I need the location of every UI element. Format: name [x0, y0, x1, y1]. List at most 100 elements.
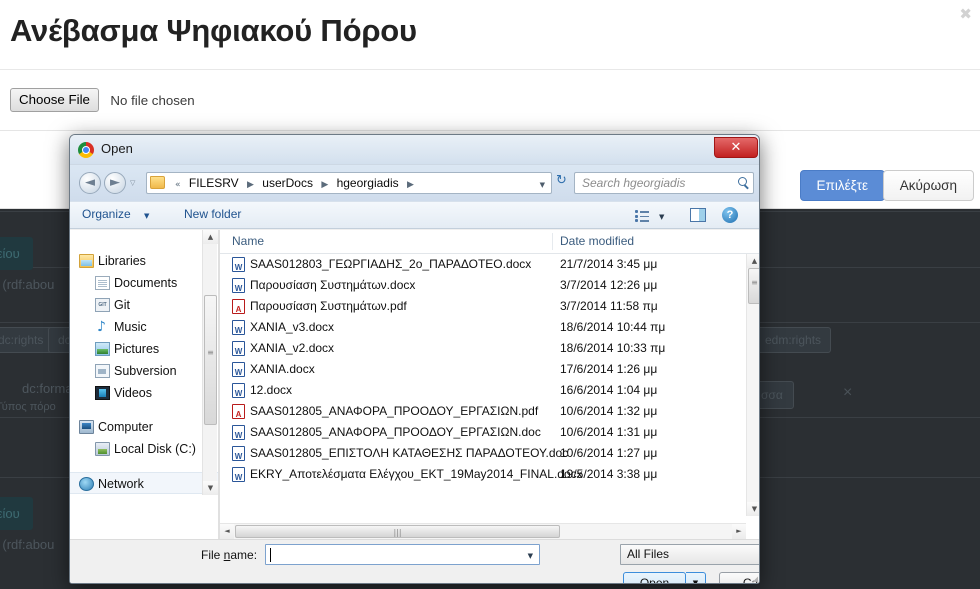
breadcrumb-item-userdocs[interactable]: userDocs: [262, 176, 313, 190]
chevron-down-icon[interactable]: ▼: [144, 212, 149, 220]
refresh-icon[interactable]: ↻: [556, 173, 567, 188]
sidebar-item-git[interactable]: GIT Git: [70, 294, 220, 316]
scroll-up-icon[interactable]: ▲: [747, 254, 759, 268]
file-date: 10/6/2014 1:31 μμ: [560, 425, 658, 439]
file-name: Παρουσίαση Συστημάτων.pdf: [250, 299, 407, 313]
dc-rights-chip[interactable]: dc:rights: [0, 327, 54, 353]
edm-rights-chip[interactable]: edm:rights: [755, 327, 832, 353]
table-row[interactable]: XANIA_v2.docx 18/6/2014 10:33 πμ: [220, 338, 759, 362]
sidebar-item-network[interactable]: Network: [70, 472, 220, 494]
chevron-down-icon[interactable]: ▼: [528, 552, 533, 560]
scroll-left-icon[interactable]: ◄: [220, 524, 234, 539]
open-dropdown-button[interactable]: ▼: [686, 572, 706, 583]
navigation-pane-scrollbar[interactable]: ▲ ▼: [202, 230, 218, 495]
close-icon[interactable]: ✖: [959, 7, 972, 22]
file-name: SAAS012805_ΑΝΑΦΟΡΑ_ΠΡΟΟΔΟΥ_ΕΡΓΑΣΙΩΝ.pdf: [250, 404, 539, 418]
file-name-label: File name:: [201, 548, 258, 562]
sidebar-item-music[interactable]: Music: [70, 316, 220, 338]
sidebar-item-local-disk[interactable]: Local Disk (C:): [70, 438, 220, 460]
table-row[interactable]: XANIA_v3.docx 18/6/2014 10:44 πμ: [220, 317, 759, 341]
table-row[interactable]: 12.docx 16/6/2014 1:04 μμ: [220, 380, 759, 404]
pdf-document-icon: [232, 299, 245, 320]
file-name: 12.docx: [250, 383, 293, 397]
preview-pane-icon[interactable]: [690, 208, 706, 222]
scroll-up-icon[interactable]: ▲: [203, 230, 218, 244]
sidebar-item-label: Music: [114, 320, 147, 334]
file-name: XANIA_v3.docx: [250, 320, 335, 334]
scroll-right-icon[interactable]: ►: [732, 524, 746, 539]
page-title: Ανέβασμα Ψηφιακού Πόρου: [10, 13, 417, 48]
videos-icon: [95, 386, 110, 400]
address-bar[interactable]: « FILESRV ▶ userDocs ▶ hgeorgiadis ▶ ▼: [146, 172, 552, 194]
column-header-name[interactable]: Name: [232, 234, 264, 248]
upload-file-button[interactable]: αρχείου: [0, 237, 33, 270]
scrollbar-thumb[interactable]: [748, 268, 759, 304]
word-document-icon: [232, 425, 245, 446]
chevron-down-icon[interactable]: ▼: [540, 181, 545, 189]
table-row[interactable]: Παρουσίαση Συστημάτων.pdf 3/7/2014 11:58…: [220, 296, 759, 320]
table-row[interactable]: SAAS012803_ΓΕΩΡΓΙΑΔΗΣ_2ο_ΠΑΡΑΔΟΤΕΟ.docx …: [220, 254, 759, 278]
table-row[interactable]: Παρουσίαση Συστημάτων.docx 3/7/2014 12:2…: [220, 275, 759, 299]
sidebar-item-videos[interactable]: Videos: [70, 382, 220, 404]
sidebar-item-computer[interactable]: Computer: [70, 416, 220, 438]
sidebar-item-label: Network: [98, 477, 144, 491]
file-date: 10/6/2014 1:27 μμ: [560, 446, 658, 460]
forward-icon[interactable]: ►: [104, 172, 126, 194]
file-name: Παρουσίαση Συστημάτων.docx: [250, 278, 416, 292]
dialog-title: Open: [101, 141, 133, 156]
table-row[interactable]: EKRY_Αποτελέσματα Ελέγχου_ΕΚΤ_19May2014_…: [220, 464, 759, 488]
breadcrumb-item-filesrv[interactable]: FILESRV: [189, 176, 239, 190]
file-list-scrollbar[interactable]: ▲ ▼: [746, 254, 759, 516]
file-name: SAAS012805_ΑΝΑΦΟΡΑ_ΠΡΟΟΔΟΥ_ΕΡΓΑΣΙΩΝ.doc: [250, 425, 541, 439]
sidebar-item-label: Git: [114, 298, 130, 312]
file-date: 18/6/2014 10:44 πμ: [560, 320, 666, 334]
view-list-icon[interactable]: [635, 210, 650, 222]
organize-button[interactable]: Organize: [82, 207, 131, 221]
scroll-down-icon[interactable]: ▼: [203, 481, 218, 495]
table-row[interactable]: SAAS012805_ΑΝΑΦΟΡΑ_ΠΡΟΟΔΟΥ_ΕΡΓΑΣΙΩΝ.pdf …: [220, 401, 759, 425]
cancel-button[interactable]: Ακύρωση: [882, 170, 974, 201]
back-icon[interactable]: ◄: [79, 172, 101, 194]
upload-file-button-2[interactable]: αρχείου: [0, 497, 33, 530]
chrome-logo-icon: [78, 142, 94, 158]
sidebar-item-subversion[interactable]: Subversion: [70, 360, 220, 382]
dialog-titlebar[interactable]: Open ✕: [70, 135, 759, 165]
select-button[interactable]: Επιλέξτε: [799, 170, 885, 201]
history-dropdown-icon[interactable]: ▽: [130, 179, 135, 187]
column-divider[interactable]: [552, 233, 553, 250]
table-row[interactable]: XANIA.docx 17/6/2014 1:26 μμ: [220, 359, 759, 383]
file-type-filter-select[interactable]: All Files ▼: [620, 544, 759, 565]
search-icon: [738, 177, 747, 186]
rdf-about-label-2: L (rdf:abou: [0, 537, 55, 552]
scroll-down-icon[interactable]: ▼: [747, 502, 759, 516]
open-button[interactable]: Open: [623, 572, 686, 583]
file-date: 10/6/2014 1:32 μμ: [560, 404, 658, 418]
resize-grip-icon[interactable]: ◢: [753, 575, 758, 583]
help-icon[interactable]: ?: [722, 207, 738, 223]
disk-icon: [95, 442, 110, 456]
sidebar-item-label: Computer: [98, 420, 153, 434]
file-list-hscrollbar[interactable]: ◄ ►: [220, 523, 746, 539]
file-name: SAAS012803_ΓΕΩΡΓΙΑΔΗΣ_2ο_ΠΑΡΑΔΟΤΕΟ.docx: [250, 257, 532, 271]
sidebar-item-documents[interactable]: Documents: [70, 272, 220, 294]
table-row[interactable]: SAAS012805_ΕΠΙΣΤΟΛΗ ΚΑΤΑΘΕΣΗΣ ΠΑΡΑΔΟΤΕΟΥ…: [220, 443, 759, 467]
sidebar-item-label: Documents: [114, 276, 178, 290]
table-row[interactable]: SAAS012805_ΑΝΑΦΟΡΑ_ΠΡΟΟΔΟΥ_ΕΡΓΑΣΙΩΝ.doc …: [220, 422, 759, 446]
scrollbar-thumb[interactable]: [204, 295, 217, 425]
new-folder-button[interactable]: New folder: [184, 207, 241, 221]
search-input[interactable]: Search hgeorgiadis: [574, 172, 754, 194]
breadcrumb-separator: ▶: [321, 180, 329, 190]
file-name-input[interactable]: ▼: [265, 544, 540, 565]
sidebar-item-libraries[interactable]: Libraries: [70, 250, 220, 272]
chevron-down-icon[interactable]: ▼: [659, 213, 664, 221]
dialog-close-button[interactable]: ✕: [714, 137, 758, 158]
file-date: 16/6/2014 1:04 μμ: [560, 383, 658, 397]
column-header-date[interactable]: Date modified: [560, 234, 634, 248]
sidebar-item-pictures[interactable]: Pictures: [70, 338, 220, 360]
hscrollbar-thumb[interactable]: [235, 525, 560, 539]
breadcrumb-item-hgeorgiadis[interactable]: hgeorgiadis: [337, 176, 399, 190]
file-name: SAAS012805_ΕΠΙΣΤΟΛΗ ΚΑΤΑΘΕΣΗΣ ΠΑΡΑΔΟΤΕΟΥ…: [250, 446, 569, 460]
remove-icon[interactable]: ×: [843, 384, 852, 402]
choose-file-button[interactable]: Choose File: [10, 88, 99, 112]
